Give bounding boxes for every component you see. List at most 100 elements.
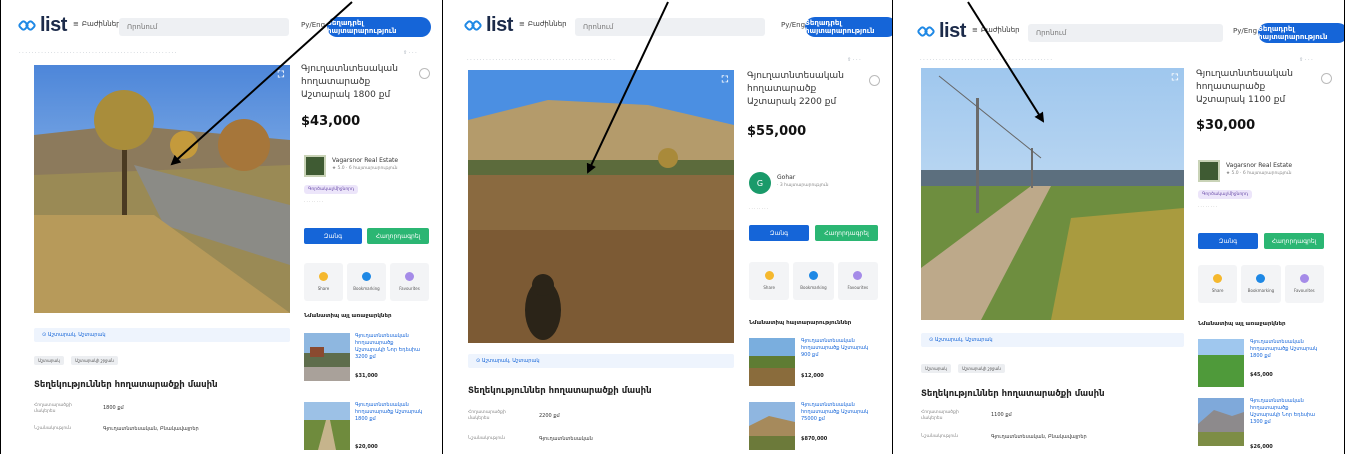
breadcrumb[interactable]: · · · · · · · · · · · · · · · · · · · · … — [467, 57, 615, 63]
message-button[interactable]: Հաղորդագրել — [367, 228, 429, 244]
favourites-action[interactable]: Favourites — [1284, 265, 1324, 303]
related-thumbnail-image — [749, 338, 795, 386]
listing-photo[interactable]: ⛶ — [921, 68, 1184, 320]
seller-card[interactable]: Vagarsnor Real Estate ★ 5.0 · 6 հայտարար… — [1198, 160, 1323, 220]
location-chip[interactable]: Աշտարակի շրջան — [958, 364, 1005, 373]
logo-text: list — [486, 14, 513, 36]
listing-photo-image — [468, 70, 734, 343]
related-thumbnail[interactable] — [749, 338, 795, 386]
favorite-heart-icon[interactable] — [869, 75, 880, 86]
spec-area-label: Հողատարածքի մակերես — [468, 410, 506, 421]
details-section-title: Տեղեկություններ հողատարածքի մասին — [468, 386, 652, 396]
breadcrumb[interactable]: · · · · · · · · · · · · · · · · · · · · … — [19, 50, 176, 56]
post-ad-button[interactable]: Տեղադրել հայտարարություն — [805, 17, 892, 37]
call-button[interactable]: Զանգ — [1198, 233, 1258, 249]
spec-purpose-label: Նշանակություն — [468, 436, 506, 441]
seller-meta: · · · · · · · · — [304, 199, 324, 204]
seller-type-badge: Գործակալ/միջնորդ — [1198, 190, 1253, 199]
related-item-title[interactable]: Գյուղատնտեսական հողատարածք Աշտարակի Նոր … — [1250, 398, 1320, 426]
share-action[interactable]: Share — [1198, 265, 1238, 303]
spec-area-value: 1800 քմ — [103, 405, 124, 411]
search-input[interactable] — [1028, 24, 1223, 42]
gallery-icon[interactable]: ⛶ — [722, 75, 728, 85]
gallery-icon[interactable]: ⛶ — [278, 70, 284, 80]
language-switch[interactable]: Ру/Eng — [1233, 27, 1257, 35]
share-action[interactable]: Share — [304, 263, 343, 301]
listing-photo[interactable]: ⛶ — [468, 70, 734, 343]
seller-name[interactable]: Vagarsnor Real Estate — [1226, 162, 1292, 169]
related-item-title[interactable]: Գյուղատնտեսական հողատարածք Աշտարակ 75000… — [801, 402, 871, 423]
related-item-title[interactable]: Գյուղատնտեսական հողատարածք Աշտարակ 1800 … — [1250, 339, 1320, 360]
share-action[interactable]: Share — [749, 262, 790, 300]
categories-button[interactable]: ≡ Բաժիններ — [519, 20, 567, 28]
share-link[interactable]: ⇪ · · · — [847, 57, 861, 63]
call-button[interactable]: Զանգ — [749, 225, 809, 241]
related-item-price: $20,000 — [355, 444, 378, 450]
listing-panel-1: list ≡Բաժիններ Ру/Eng Տեղադրել հայտարարո… — [0, 0, 442, 454]
logo[interactable]: list — [17, 14, 67, 37]
categories-button[interactable]: ≡ Բաժիններ — [972, 26, 1020, 34]
listing-photo-image — [34, 65, 290, 313]
location-chip[interactable]: Աշտարակ — [34, 356, 64, 365]
bookmark-action[interactable]: Bookmarking — [1241, 265, 1281, 303]
favorite-heart-icon[interactable] — [419, 68, 430, 79]
related-thumbnail[interactable] — [1198, 339, 1244, 387]
breadcrumb[interactable]: · · · · · · · · · · · · · · · · · · · · … — [920, 57, 1052, 63]
related-thumbnail[interactable] — [304, 333, 350, 381]
location-chip[interactable]: Աշտարակի շրջան — [71, 356, 118, 365]
related-thumbnail[interactable] — [304, 402, 350, 450]
call-button[interactable]: Զանգ — [304, 228, 362, 244]
search-input[interactable] — [119, 18, 289, 36]
star-icon — [1299, 274, 1309, 283]
related-item-title[interactable]: Գյուղատնտեսական հողատարածք Աշտարակ 900 ք… — [801, 338, 871, 359]
address-bar[interactable]: ⊙ Աշտարակ, Աշտարակ — [468, 354, 734, 368]
address-bar[interactable]: ⊙ Աշտարակ, Աշտարակ — [34, 328, 290, 342]
language-switch[interactable]: Ру/Eng — [781, 21, 805, 29]
logo-text: list — [40, 14, 67, 36]
bookmark-action[interactable]: Bookmarking — [793, 262, 834, 300]
post-ad-button[interactable]: Տեղադրել հայտարարություն — [1258, 23, 1344, 43]
related-thumbnail-image — [749, 402, 795, 450]
search-input[interactable] — [575, 18, 765, 36]
categories-button[interactable]: ≡ Բաժիններ — [73, 20, 121, 28]
share-link[interactable]: ⇪ · · · — [403, 50, 417, 56]
logo[interactable]: list — [463, 14, 513, 37]
site-header: list ≡Բաժիններ Ру/Eng Տեղադրել հայտարարո… — [916, 20, 1344, 46]
spec-area-value: 1100 քմ — [991, 412, 1012, 418]
related-item-price: $12,000 — [801, 373, 824, 379]
bookmark-icon — [808, 271, 818, 280]
related-item-title[interactable]: Գյուղատնտեսական հողատարածք Աշտարակ 1800 … — [355, 402, 423, 423]
language-switch[interactable]: Ру/Eng — [301, 21, 325, 29]
related-thumbnail[interactable] — [1198, 398, 1244, 446]
seller-name[interactable]: Vagarsnor Real Estate — [332, 157, 398, 164]
seller-card[interactable]: Vagarsnor Real Estate ★ 5.0 · 6 հայտարար… — [304, 155, 424, 215]
bookmark-action[interactable]: Bookmarking — [347, 263, 386, 301]
seller-card[interactable]: G Gohar · 3 հայտարարություն · · · · · · … — [749, 172, 869, 232]
logo[interactable]: list — [916, 20, 966, 43]
listing-panel-2: list ≡Բաժիններ Ру/Eng Տեղադրել հայտարարո… — [442, 0, 892, 454]
favourites-action[interactable]: Favourites — [837, 262, 878, 300]
seller-rating: · 3 հայտարարություն — [777, 183, 829, 188]
location-chip[interactable]: Աշտարակ — [921, 364, 951, 373]
menu-icon: ≡ — [73, 20, 79, 28]
share-icon — [1213, 274, 1223, 283]
listing-panel-3: list ≡Բաժիններ Ру/Eng Տեղադրել հայտարարո… — [892, 0, 1345, 454]
related-thumbnail-image — [1198, 398, 1244, 446]
related-thumbnail[interactable] — [749, 402, 795, 450]
star-icon — [853, 271, 863, 280]
bookmark-icon — [1256, 274, 1266, 283]
related-item-title[interactable]: Գյուղատնտեսական հողատարածք Աշտարակի Նոր … — [355, 333, 423, 361]
gallery-icon[interactable]: ⛶ — [1172, 73, 1178, 83]
listing-photo[interactable]: ⛶ — [34, 65, 290, 313]
favourites-action[interactable]: Favourites — [390, 263, 429, 301]
seller-name[interactable]: Gohar — [777, 174, 795, 181]
post-ad-button[interactable]: Տեղադրել հայտարարություն — [327, 17, 431, 37]
favorite-heart-icon[interactable] — [1321, 73, 1332, 84]
share-link[interactable]: ⇪ · · · — [1299, 57, 1313, 63]
listing-price: $43,000 — [301, 114, 361, 129]
logo-icon — [463, 17, 483, 35]
listing-actions: Share Bookmarking Favourites — [1198, 265, 1324, 303]
message-button[interactable]: Հաղորդագրել — [815, 225, 878, 241]
address-bar[interactable]: ⊙ Աշտարակ, Աշտարակ — [921, 333, 1184, 347]
message-button[interactable]: Հաղորդագրել — [1264, 233, 1324, 249]
